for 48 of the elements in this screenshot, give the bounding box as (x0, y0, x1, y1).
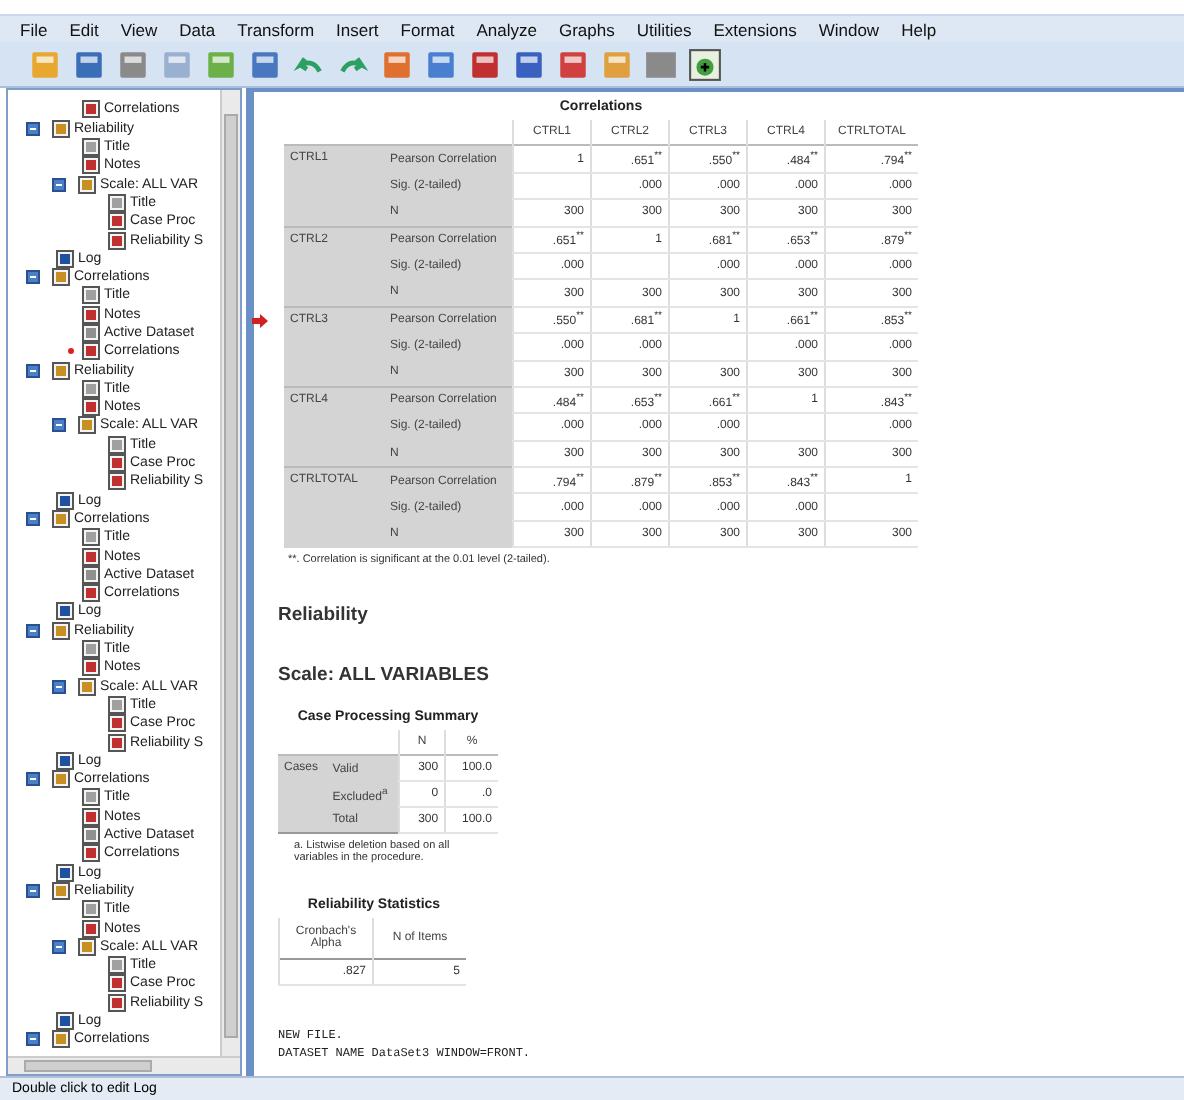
log-icon (56, 1011, 74, 1030)
menu-item[interactable]: Utilities (636, 19, 692, 39)
book-icon (78, 937, 96, 956)
menu-item[interactable]: Insert (336, 19, 379, 39)
menu-item[interactable]: Transform (237, 19, 315, 39)
log-icon (56, 249, 74, 268)
section-heading: Reliability (278, 604, 370, 627)
book-icon (52, 361, 70, 380)
book-icon (52, 509, 70, 528)
collapse-toggle[interactable] (26, 772, 40, 787)
menu-item[interactable]: File (20, 19, 48, 39)
collapse-toggle[interactable] (26, 1032, 40, 1047)
book-icon (52, 621, 70, 640)
menu-item[interactable]: Window (818, 19, 880, 39)
menu-item[interactable]: Analyze (476, 19, 537, 39)
book-icon (52, 119, 70, 138)
log-icon (56, 491, 74, 510)
collapse-toggle[interactable] (26, 363, 40, 378)
collapse-toggle[interactable] (26, 511, 40, 526)
menu-item[interactable]: View (120, 19, 158, 39)
blank-square-icon[interactable] (644, 47, 678, 81)
collapse-toggle[interactable] (26, 121, 40, 136)
book-icon (52, 881, 70, 900)
log-icon (56, 602, 74, 621)
collapse-toggle[interactable] (52, 177, 66, 192)
menu-item[interactable]: Edit (69, 19, 99, 39)
book-icon (78, 416, 96, 435)
book-icon (78, 175, 96, 194)
vertical-scrollbar[interactable] (220, 90, 240, 1056)
collapse-toggle[interactable] (26, 623, 40, 638)
book-icon (52, 268, 70, 287)
menu-item[interactable]: Graphs (558, 19, 615, 39)
horizontal-scrollbar[interactable] (8, 1056, 240, 1074)
collapse-toggle[interactable] (26, 270, 40, 285)
log-icon (56, 863, 74, 882)
log-icon (56, 751, 74, 770)
collapse-toggle[interactable] (52, 939, 66, 954)
section-heading: Scale: ALL VARIABLES (278, 664, 491, 687)
book-icon (78, 677, 96, 696)
menu-item[interactable]: Data (179, 19, 216, 39)
collapse-toggle[interactable] (52, 418, 66, 433)
menu-item[interactable]: Help (901, 19, 937, 39)
menu-item[interactable]: Extensions (713, 19, 797, 39)
book-icon (52, 770, 70, 789)
collapse-toggle[interactable] (52, 679, 66, 694)
menu-item[interactable]: Format (400, 19, 455, 39)
collapse-toggle[interactable] (26, 883, 40, 898)
book-icon (52, 1030, 70, 1049)
